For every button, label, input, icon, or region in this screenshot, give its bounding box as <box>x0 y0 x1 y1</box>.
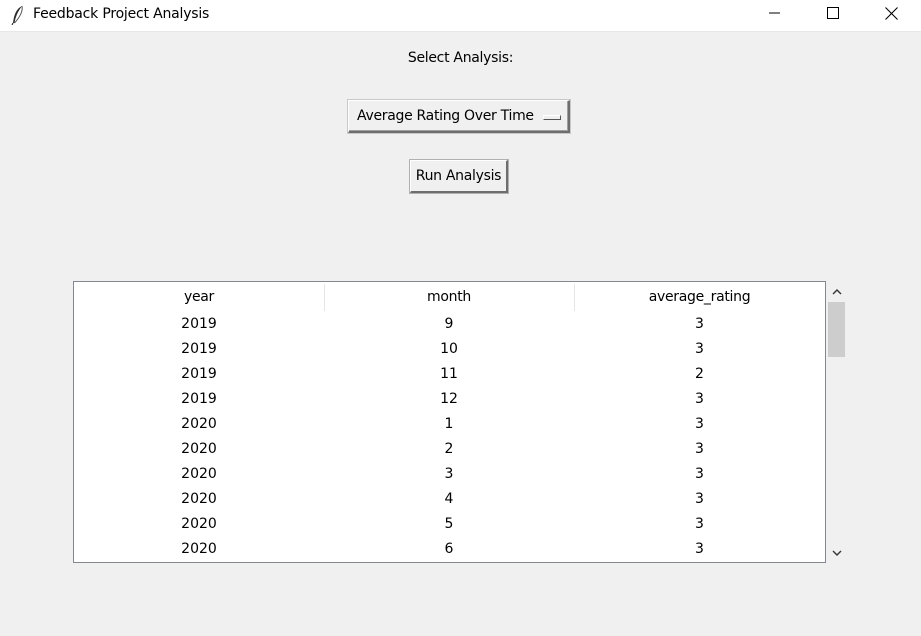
cell-month: 2 <box>444 441 454 457</box>
table-row[interactable]: 2020 6 3 <box>74 537 825 562</box>
cell-average-rating: 3 <box>695 441 704 457</box>
cell-average-rating: 3 <box>695 541 704 557</box>
table-row[interactable]: 2020 1 3 <box>74 412 825 437</box>
cell-month: 10 <box>440 341 458 357</box>
title-bar: Feedback Project Analysis <box>0 0 921 32</box>
table-row[interactable]: 2020 2 3 <box>74 437 825 462</box>
cell-average-rating: 2 <box>695 366 704 382</box>
analysis-selected-value: Average Rating Over Time <box>357 108 534 124</box>
results-table[interactable]: year month average_rating 2019 9 3 2019 … <box>73 281 826 563</box>
scroll-up-button[interactable] <box>826 281 847 301</box>
cell-year: 2020 <box>181 466 217 482</box>
option-menu-indicator-icon <box>543 115 561 120</box>
minimize-icon <box>769 7 781 23</box>
vertical-scrollbar[interactable] <box>826 281 847 563</box>
table-row[interactable]: 2019 10 3 <box>74 337 825 362</box>
maximize-button[interactable] <box>804 0 862 30</box>
cell-average-rating: 3 <box>695 466 704 482</box>
table-row[interactable]: 2020 3 3 <box>74 462 825 487</box>
cell-year: 2019 <box>181 341 217 357</box>
cell-month: 3 <box>444 466 454 482</box>
window-title: Feedback Project Analysis <box>33 6 210 22</box>
select-analysis-label: Select Analysis: <box>407 50 514 66</box>
cell-year: 2020 <box>181 516 217 532</box>
feather-icon <box>10 5 26 26</box>
table-row[interactable]: 2019 12 3 <box>74 387 825 412</box>
cell-month: 11 <box>440 366 458 382</box>
column-header-month[interactable]: month <box>324 282 574 312</box>
cell-month: 5 <box>444 516 454 532</box>
cell-average-rating: 3 <box>695 391 704 407</box>
chevron-up-icon <box>832 283 842 299</box>
run-analysis-button[interactable]: Run Analysis <box>410 160 508 193</box>
chevron-down-icon <box>832 545 842 561</box>
table-row[interactable]: 2019 11 2 <box>74 362 825 387</box>
cell-average-rating: 3 <box>695 316 704 332</box>
cell-year: 2019 <box>181 316 217 332</box>
scrollbar-thumb[interactable] <box>828 302 845 357</box>
cell-year: 2020 <box>181 541 217 557</box>
cell-month: 9 <box>444 316 454 332</box>
cell-year: 2019 <box>181 391 217 407</box>
minimize-button[interactable] <box>746 0 804 30</box>
cell-average-rating: 3 <box>695 491 704 507</box>
table-row[interactable]: 2020 4 3 <box>74 487 825 512</box>
table-row[interactable]: 2020 5 3 <box>74 512 825 537</box>
scroll-down-button[interactable] <box>826 543 847 563</box>
table-row[interactable]: 2019 9 3 <box>74 312 825 337</box>
table-header: year month average_rating <box>74 282 825 312</box>
maximize-icon <box>827 7 839 23</box>
cell-month: 6 <box>444 541 454 557</box>
column-header-average-rating[interactable]: average_rating <box>574 282 825 312</box>
cell-year: 2020 <box>181 491 217 507</box>
column-header-year[interactable]: year <box>74 282 324 312</box>
table-body: 2019 9 3 2019 10 3 2019 11 2 2019 12 3 2… <box>74 312 825 562</box>
cell-average-rating: 3 <box>695 341 704 357</box>
cell-year: 2020 <box>181 416 217 432</box>
cell-average-rating: 3 <box>695 416 704 432</box>
cell-year: 2019 <box>181 366 217 382</box>
cell-year: 2020 <box>181 441 217 457</box>
close-button[interactable] <box>862 0 920 30</box>
cell-month: 4 <box>444 491 454 507</box>
cell-average-rating: 3 <box>695 516 704 532</box>
close-icon <box>884 6 898 24</box>
cell-month: 1 <box>444 416 454 432</box>
cell-month: 12 <box>440 391 458 407</box>
analysis-option-menu[interactable]: Average Rating Over Time <box>348 100 570 133</box>
